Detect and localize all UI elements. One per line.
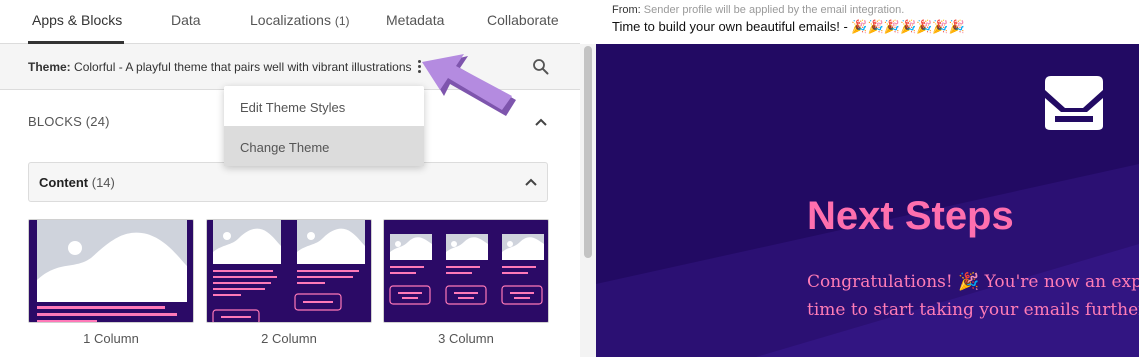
block-card-1-column[interactable] — [28, 219, 194, 323]
tab-data[interactable]: Data — [171, 12, 201, 28]
scrollbar-thumb[interactable] — [584, 46, 592, 258]
block-card-label: 3 Column — [438, 331, 494, 346]
chevron-up-icon[interactable] — [534, 117, 548, 127]
content-section-title: Content (14) — [39, 175, 115, 190]
block-card-label: 1 Column — [83, 331, 139, 346]
theme-bar: Theme: Colorful - A playful theme that p… — [0, 44, 580, 90]
email-heading: Next Steps — [807, 194, 1014, 238]
tab-apps-blocks[interactable]: Apps & Blocks — [32, 12, 122, 28]
block-card-3-column[interactable] — [383, 219, 549, 323]
block-thumbnail — [384, 220, 548, 322]
theme-text: Theme: Colorful - A playful theme that p… — [28, 60, 412, 74]
email-header: From: Sender profile will be applied by … — [596, 0, 1139, 44]
envelope-icon — [1045, 76, 1103, 130]
menu-item-change-theme[interactable]: Change Theme — [224, 126, 424, 166]
block-thumbnail — [29, 220, 193, 322]
from-line: From: Sender profile will be applied by … — [612, 4, 905, 16]
theme-name: Colorful - A playful theme that pairs we… — [74, 60, 412, 74]
menu-item-edit-theme-styles[interactable]: Edit Theme Styles — [224, 86, 424, 126]
block-card-label: 2 Column — [261, 331, 317, 346]
email-body-text: Congratulations! 🎉 You're now an expert … — [807, 272, 1139, 320]
tab-bar: Apps & Blocks Data Localizations (1) Met… — [0, 0, 580, 44]
tab-collaborate[interactable]: Collaborate — [487, 12, 559, 28]
tab-count: (1) — [334, 14, 350, 28]
block-card-2-column[interactable] — [206, 219, 372, 323]
content-section-header[interactable]: Content (14) — [28, 162, 548, 202]
email-body: Next Steps Congratulations! 🎉 You're now… — [596, 44, 1139, 357]
tab-metadata[interactable]: Metadata — [386, 12, 444, 28]
email-preview-panel: From: Sender profile will be applied by … — [596, 0, 1139, 357]
theme-options-menu: Edit Theme Styles Change Theme — [224, 86, 424, 166]
theme-label: Theme: — [28, 60, 71, 74]
kebab-menu-icon[interactable] — [416, 59, 422, 75]
blocks-header[interactable]: BLOCKS (24) — [28, 114, 110, 129]
from-note: Sender profile will be applied by the em… — [643, 4, 905, 16]
left-panel: Apps & Blocks Data Localizations (1) Met… — [0, 0, 596, 357]
chevron-up-icon[interactable] — [524, 177, 538, 187]
tab-localizations[interactable]: Localizations (1) — [250, 12, 350, 28]
search-icon[interactable] — [532, 58, 550, 76]
email-subject: Time to build your own beautiful emails!… — [612, 19, 965, 34]
block-thumbnail — [207, 220, 371, 322]
